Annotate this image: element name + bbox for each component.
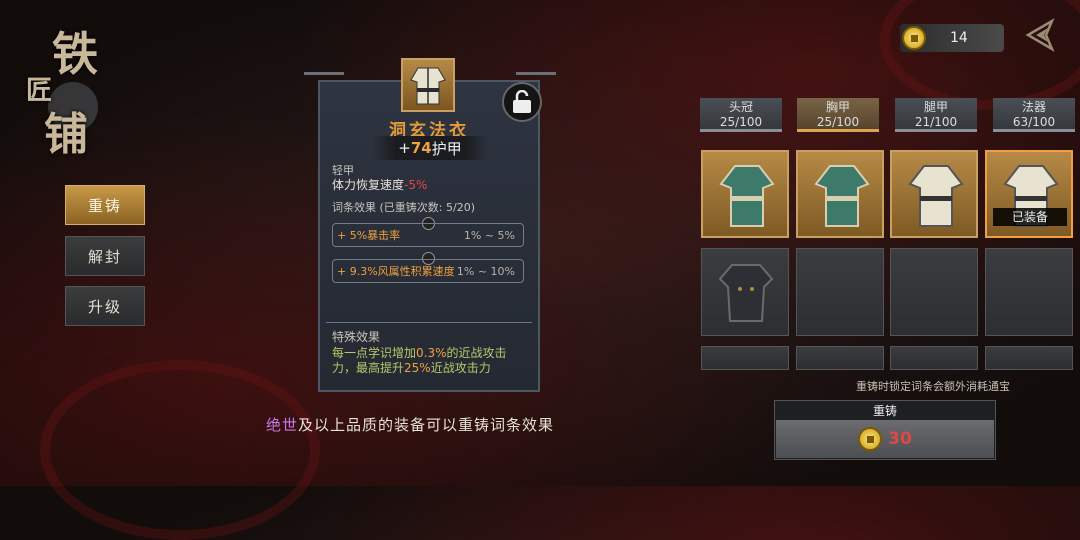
armor-number: 74	[410, 139, 432, 157]
item-robe-icon	[401, 58, 455, 112]
tab-helmet[interactable]: 头冠 25/100	[700, 98, 782, 132]
armor-label: 护甲	[431, 139, 462, 158]
lock-cost-hint: 重铸时锁定词条会额外消耗通宝	[856, 380, 1010, 393]
affix-header: 词条效果 (已重铸次数: 5/20)	[332, 201, 475, 214]
armor-prefix: +	[398, 139, 411, 157]
dark-armor-icon	[718, 264, 774, 322]
tab-count: 63/100	[1012, 115, 1056, 129]
inventory-slot-empty[interactable]	[985, 346, 1073, 370]
unseal-tab-button[interactable]: 解封	[65, 236, 145, 276]
tab-artifact[interactable]: 法器 63/100	[993, 98, 1075, 132]
equipped-badge: 已装备	[993, 208, 1067, 226]
inventory-slot[interactable]	[796, 150, 884, 238]
tab-legs[interactable]: 腿甲 21/100	[895, 98, 977, 132]
penalty-value: -5%	[404, 178, 428, 192]
note-highlight: 绝世	[266, 416, 299, 434]
inventory-slot[interactable]	[890, 150, 978, 238]
card-ornament-left	[304, 72, 344, 95]
affix-range: 1% ~ 10%	[456, 264, 515, 278]
green-robe-icon	[814, 165, 870, 227]
special-value: 0.3%	[416, 346, 447, 360]
armor-value: +74 护甲	[372, 136, 488, 160]
special-value: 25%	[404, 361, 431, 375]
upgrade-tab-button[interactable]: 升级	[65, 286, 145, 326]
affix-text: + 9.3%风属性积累速度	[337, 265, 455, 278]
tab-count: 21/100	[914, 115, 958, 129]
tab-count: 25/100	[719, 115, 763, 129]
inventory-slot-empty[interactable]	[701, 346, 789, 370]
inventory-slot[interactable]	[701, 248, 789, 336]
inventory-slot-empty[interactable]	[985, 248, 1073, 336]
inventory-slot-empty[interactable]	[796, 248, 884, 336]
affix-range: 1% ~ 5%	[463, 228, 515, 242]
reforge-label: 重铸	[872, 404, 897, 418]
back-arrow-icon[interactable]	[1024, 18, 1058, 52]
affix-row[interactable]: + 5%暴击率 1% ~ 5%	[332, 223, 524, 247]
note-text: 及以上品质的装备可以重铸词条效果	[298, 416, 555, 434]
background-swirl	[40, 360, 320, 540]
logo-char-1: 铁	[52, 27, 98, 81]
affix-row[interactable]: + 9.3%风属性积累速度 1% ~ 10%	[332, 259, 524, 283]
special-effect-title: 特殊效果	[332, 330, 381, 344]
tab-count: 25/100	[816, 115, 860, 129]
inventory-slot[interactable]	[701, 150, 789, 238]
special-effect-text: 每一点学识增加0.3%的近战攻击力，最高提升25%近战攻击力	[332, 346, 528, 376]
logo-char-3: 铺	[44, 109, 88, 160]
special-part: 近战攻击力	[430, 361, 491, 375]
reforge-tab-button[interactable]: 重铸	[65, 185, 145, 225]
affix-text: + 5%暴击率	[337, 229, 401, 242]
reforge-quality-note: 绝世及以上品质的装备可以重铸词条效果	[266, 414, 554, 435]
tab-label: 胸甲	[825, 100, 850, 114]
tab-label: 头冠	[728, 100, 753, 114]
inventory-slot-equipped[interactable]: 已装备	[985, 150, 1073, 238]
currency-display: 14	[900, 24, 1004, 52]
penalty-label: 体力恢复速度	[332, 178, 405, 192]
special-part: 每一点学识增加	[332, 346, 417, 360]
currency-amount: 14	[950, 30, 968, 46]
green-robe-icon	[719, 165, 775, 227]
tab-label: 腿甲	[923, 100, 948, 114]
background-swirl	[880, 0, 1080, 110]
gold-coin-icon	[902, 26, 926, 50]
inventory-slot-empty[interactable]	[890, 248, 978, 336]
inventory-slot-empty[interactable]	[796, 346, 884, 370]
white-robe-icon	[908, 165, 964, 227]
tab-label: 法器	[1021, 100, 1046, 114]
tab-chest[interactable]: 胸甲 25/100	[797, 98, 879, 132]
inventory-slot-empty[interactable]	[890, 346, 978, 370]
penalty-stat: 体力恢复速度-5%	[332, 176, 427, 193]
reforge-cost: 30	[888, 429, 912, 449]
gold-coin-icon	[858, 427, 883, 451]
reforge-button[interactable]: 30	[776, 420, 994, 458]
blacksmith-logo: 铁 匠 铺	[18, 12, 128, 160]
card-divider	[326, 322, 532, 323]
